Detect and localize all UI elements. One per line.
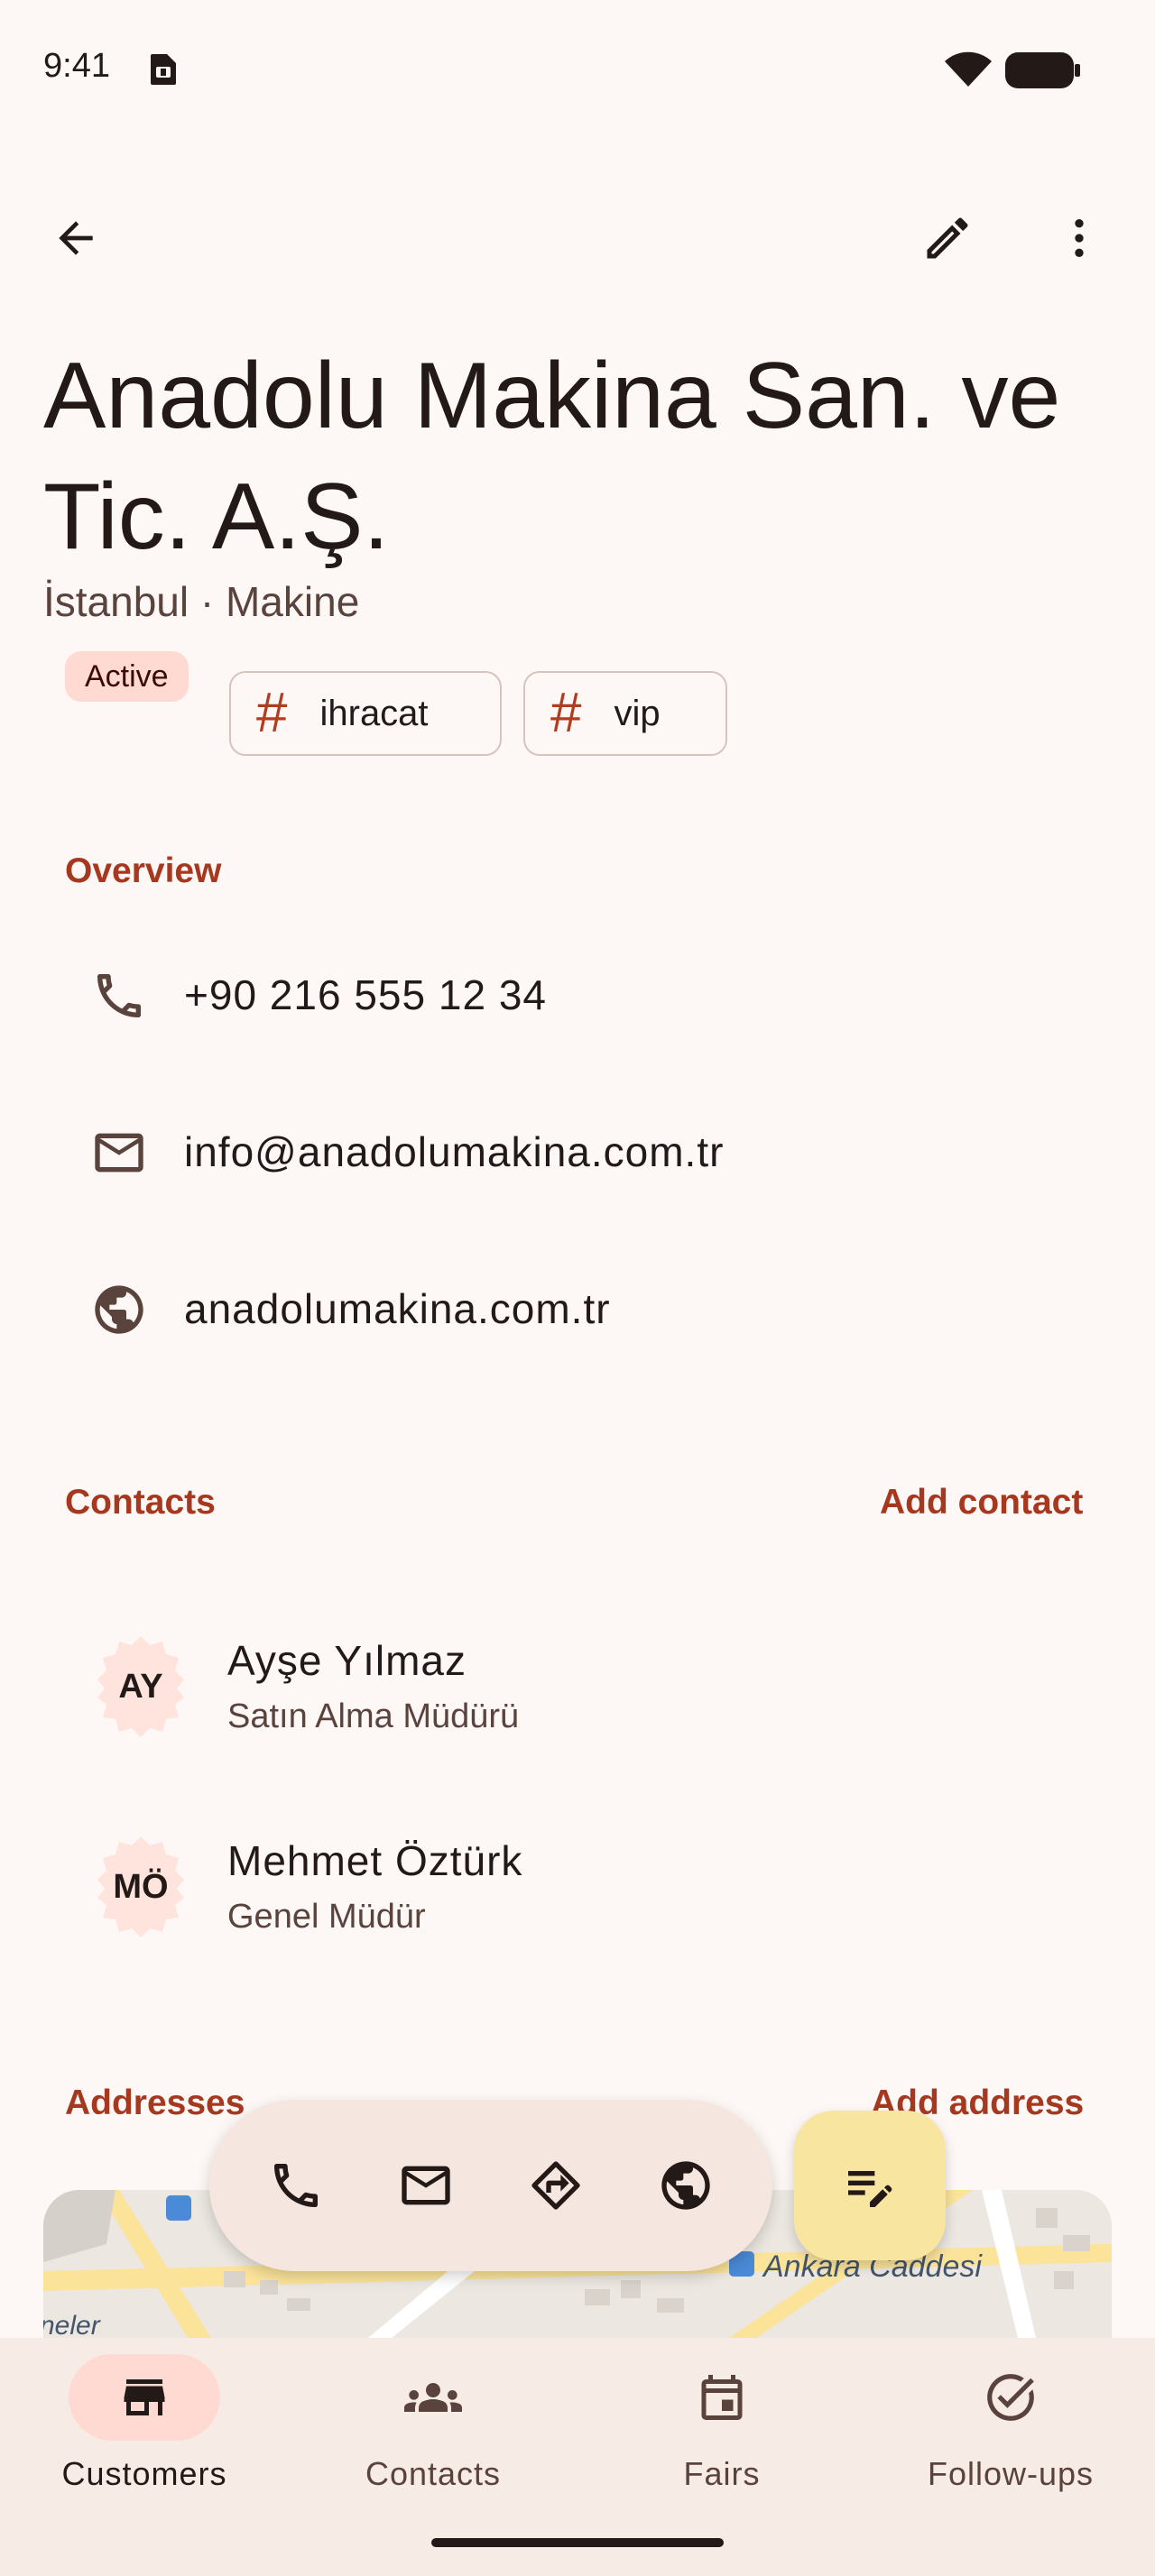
contact-role: Genel Müdür <box>227 1898 426 1936</box>
section-title-contacts: Contacts <box>65 1483 216 1522</box>
home-indicator <box>431 2538 724 2547</box>
contact-role: Satın Alma Müdürü <box>227 1697 520 1735</box>
nav-label: Follow-ups <box>927 2455 1095 2492</box>
email-row[interactable]: info@anadolumakina.com.tr <box>0 1081 1155 1225</box>
phone-icon <box>87 963 152 1028</box>
phone-row[interactable]: +90 216 555 12 34 <box>0 924 1155 1068</box>
contact-list-item[interactable]: MÖ Mehmet Öztürk Genel Müdür <box>0 1806 1155 1968</box>
tag-chip-ihracat[interactable]: # ihracat <box>229 671 502 756</box>
sim-card-icon <box>147 52 180 87</box>
globe-icon <box>87 1277 152 1342</box>
avatar: AY <box>87 1633 195 1741</box>
website-row[interactable]: anadolumakina.com.tr <box>0 1237 1155 1382</box>
pencil-icon <box>920 211 975 265</box>
tag-label: vip <box>614 693 661 733</box>
company-location-industry: İstanbul · Makine <box>43 578 360 625</box>
nav-item-follow-ups[interactable]: Follow-ups <box>866 2338 1155 2518</box>
tag-label: ihracat <box>319 693 429 733</box>
group-icon <box>401 2365 466 2430</box>
section-title-addresses: Addresses <box>65 2084 245 2122</box>
directions-button[interactable] <box>513 2142 599 2229</box>
calendar-icon <box>689 2365 754 2430</box>
company-name: Anadolu Makina San. ve Tic. A.Ş. <box>43 344 1061 569</box>
status-badge: Active <box>65 651 189 702</box>
call-button[interactable] <box>253 2142 339 2229</box>
phone-number: +90 216 555 12 34 <box>184 971 547 1018</box>
storefront-icon <box>112 2365 177 2430</box>
nav-item-customers[interactable]: Customers <box>0 2338 289 2518</box>
email-button[interactable] <box>383 2142 469 2229</box>
arrow-back-icon <box>51 213 101 263</box>
section-title-overview: Overview <box>65 851 222 890</box>
nav-label: Contacts <box>365 2455 502 2492</box>
globe-icon <box>657 2157 715 2214</box>
website-url: anadolumakina.com.tr <box>184 1285 611 1332</box>
status-time: 9:41 <box>43 47 110 85</box>
hashtag-icon: # <box>256 682 288 744</box>
mail-icon <box>87 1120 152 1185</box>
phone-icon <box>267 2157 325 2214</box>
back-button[interactable] <box>32 195 119 281</box>
more-vert-icon <box>1054 213 1104 263</box>
wifi-icon <box>943 51 993 88</box>
nav-label: Customers <box>61 2455 227 2492</box>
contact-list-item[interactable]: AY Ayşe Yılmaz Satın Alma Müdürü <box>0 1605 1155 1768</box>
hashtag-icon: # <box>550 682 582 744</box>
edit-button[interactable] <box>904 195 991 281</box>
website-button[interactable] <box>642 2142 729 2229</box>
contact-name: Mehmet Öztürk <box>227 1837 523 1884</box>
check-circle-icon <box>978 2365 1043 2430</box>
add-contact-button[interactable]: Add contact <box>880 1483 1083 1523</box>
add-note-fab[interactable] <box>794 2111 946 2260</box>
battery-icon <box>1005 52 1081 88</box>
contact-name: Ayşe Yılmaz <box>227 1637 467 1684</box>
more-options-button[interactable] <box>1036 195 1123 281</box>
nav-item-contacts[interactable]: Contacts <box>289 2338 578 2518</box>
edit-note-icon <box>841 2157 899 2214</box>
nav-label: Fairs <box>683 2455 761 2492</box>
avatar: MÖ <box>87 1833 195 1941</box>
email-address: info@anadolumakina.com.tr <box>184 1128 725 1175</box>
tag-chip-vip[interactable]: # vip <box>523 671 727 756</box>
quick-actions-toolbar <box>209 2100 772 2271</box>
mail-icon <box>397 2157 455 2214</box>
map-street-label: neler <box>43 2311 100 2338</box>
directions-icon <box>527 2157 585 2214</box>
nav-item-fairs[interactable]: Fairs <box>578 2338 866 2518</box>
